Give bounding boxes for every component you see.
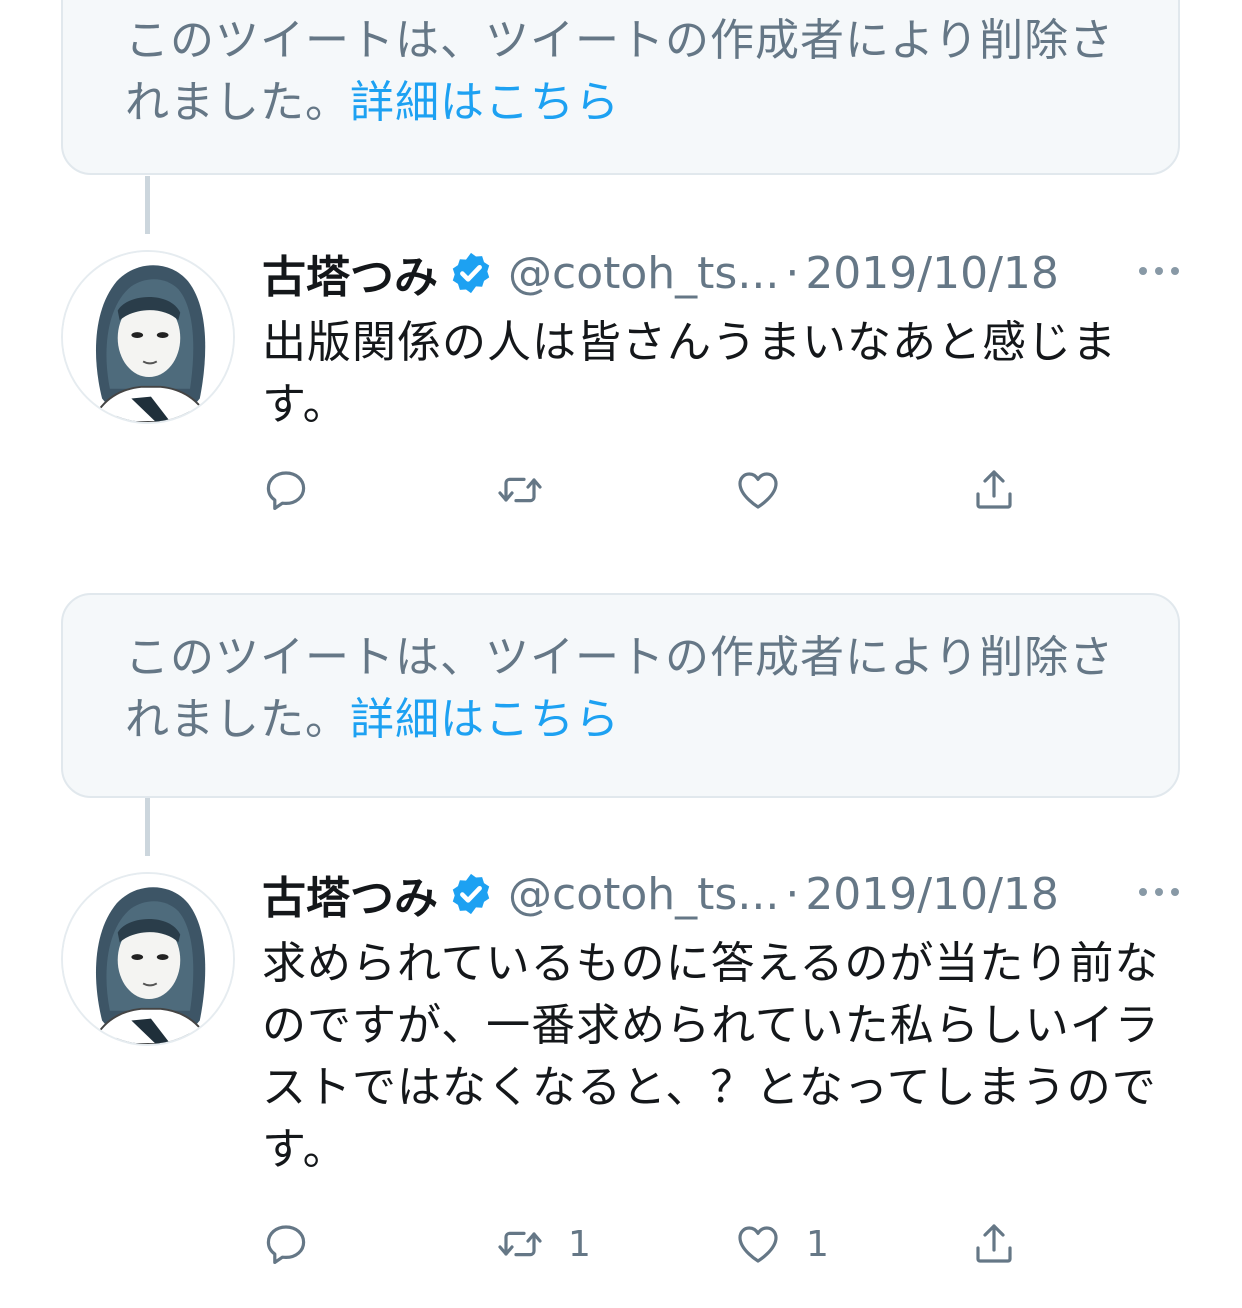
tweet-text: 求められているものに答えるのが当たり前なのですが、一番求められていた私らしいイラ… [262, 938, 1160, 1175]
tweet-header: 古塔つみ @cotoh_ts... · 2019/10/18 [262, 864, 1182, 924]
like-count: 1 [806, 1223, 829, 1265]
share-button[interactable] [970, 1219, 1018, 1269]
tweet-date[interactable]: 2019/10/18 [805, 248, 1059, 299]
avatar[interactable] [61, 250, 235, 424]
tweet-date[interactable]: 2019/10/18 [805, 869, 1059, 920]
retweet-icon [498, 1231, 542, 1257]
like-button[interactable] [734, 465, 806, 515]
user-handle[interactable]: @cotoh_ts... [508, 248, 779, 299]
tweet-header: 古塔つみ @cotoh_ts... · 2019/10/18 [262, 243, 1182, 303]
retweet-button[interactable]: 1 [496, 1219, 591, 1269]
tweet-text: 出版関係の人は皆さんうまいなあと感じます。 [262, 317, 1117, 430]
share-icon [976, 470, 1012, 509]
thread-line [145, 176, 150, 234]
avatar[interactable] [61, 872, 235, 1046]
separator-dot: · [785, 868, 800, 920]
heart-icon [738, 1226, 778, 1263]
verified-badge-icon [452, 873, 490, 915]
separator-dot: · [785, 247, 800, 299]
user-handle[interactable]: @cotoh_ts... [508, 869, 779, 920]
display-name[interactable]: 古塔つみ [262, 862, 438, 926]
reply-button[interactable] [262, 1219, 334, 1269]
learn-more-link[interactable]: 詳細はこちら [350, 694, 620, 745]
like-button[interactable]: 1 [734, 1219, 829, 1269]
display-name[interactable]: 古塔つみ [262, 241, 438, 305]
reply-button[interactable] [262, 465, 334, 515]
learn-more-link[interactable]: 詳細はこちら [350, 77, 620, 128]
share-button[interactable] [970, 465, 1018, 515]
more-dots-icon[interactable] [1136, 882, 1182, 902]
avatar-illustration [63, 252, 233, 422]
heart-icon [738, 472, 778, 509]
more-dots-icon[interactable] [1136, 261, 1182, 281]
verified-badge-icon [452, 252, 490, 294]
thread-line [145, 798, 150, 856]
reply-icon [266, 1225, 306, 1264]
tweet-actions: 1 1 [262, 1219, 1062, 1269]
tweet-actions [262, 465, 1062, 515]
deleted-tweet-notice: このツイートは、ツイートの作成者により削除されました。詳細はこちら [61, 0, 1180, 175]
deleted-tweet-notice: このツイートは、ツイートの作成者により削除されました。詳細はこちら [61, 593, 1180, 798]
share-icon [976, 1224, 1012, 1263]
avatar-illustration [63, 874, 233, 1044]
retweet-button[interactable] [496, 465, 568, 515]
reply-icon [266, 471, 306, 510]
retweet-count: 1 [568, 1223, 591, 1265]
retweet-icon [498, 477, 542, 503]
